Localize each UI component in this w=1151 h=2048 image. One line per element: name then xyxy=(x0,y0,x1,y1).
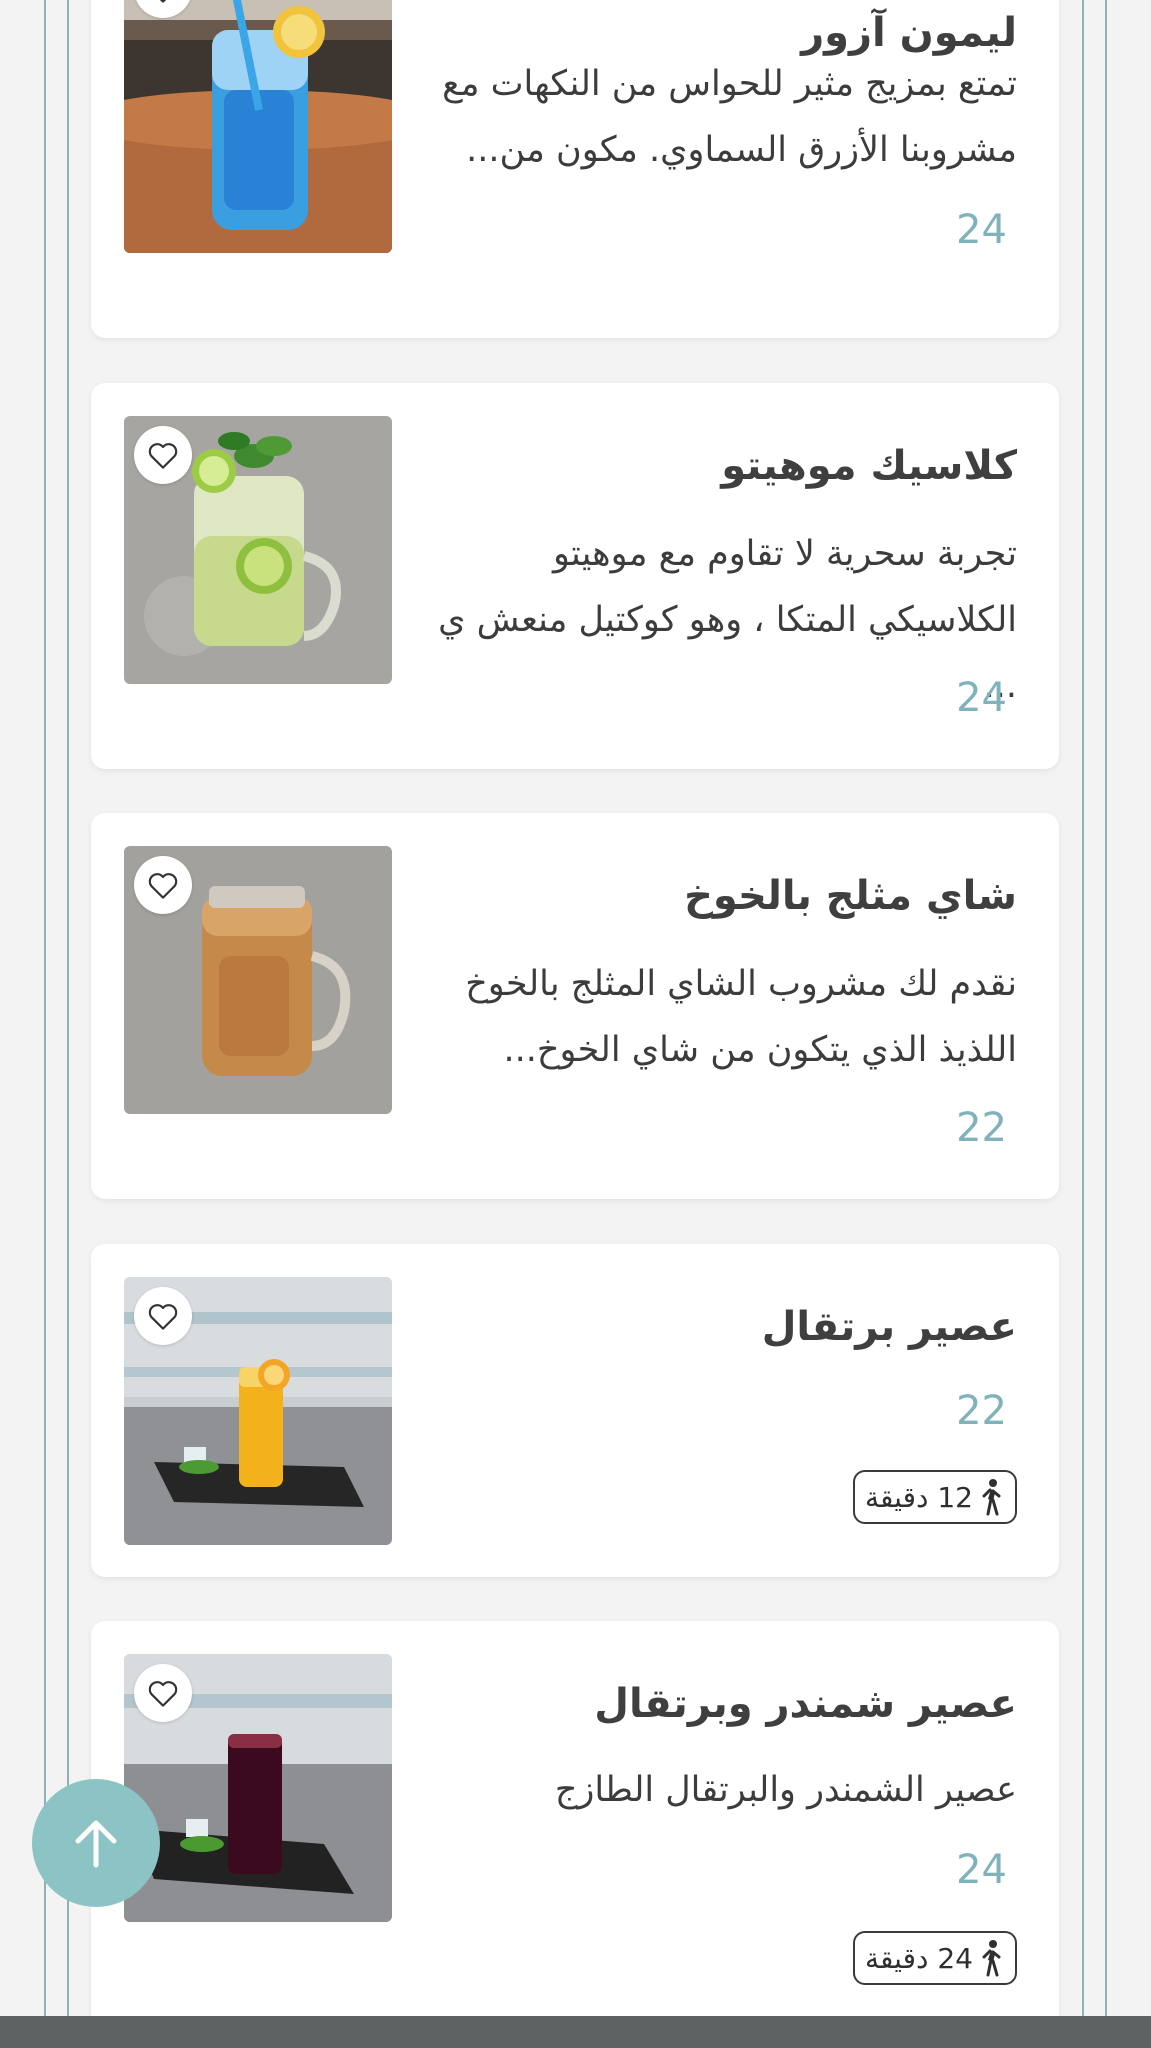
heart-outline-icon xyxy=(148,1681,178,1707)
bottom-bar xyxy=(0,2016,1151,2048)
prep-time-badge: 12 دقيقة xyxy=(852,1470,1017,1524)
frame-line-left-inner xyxy=(67,0,69,2016)
walking-person-icon xyxy=(982,1940,1001,1977)
menu-item-card[interactable]: عصير شمندر وبرتقال عصير الشمندر والبرتقا… xyxy=(91,1621,1059,2041)
menu-item-card[interactable]: شاي مثلج بالخوخ نقدم لك مشروب الشاي المث… xyxy=(91,813,1059,1199)
item-photo xyxy=(124,1654,392,1922)
favorite-button[interactable] xyxy=(134,1287,192,1345)
item-title: كلاسيك موهيتو xyxy=(721,443,1017,489)
item-title: عصير برتقال xyxy=(761,1304,1017,1350)
menu-item-card[interactable]: كلاسيك موهيتو تجربة سحرية لا تقاوم مع مو… xyxy=(91,383,1059,769)
heart-outline-icon xyxy=(159,0,167,3)
item-title: ليمون آزور xyxy=(801,10,1017,56)
item-photo xyxy=(124,0,392,253)
heart-outline-icon xyxy=(148,443,178,469)
item-price: 24 xyxy=(956,675,1007,721)
frame-line-right-outer xyxy=(1105,0,1107,2016)
menu-item-card[interactable]: عصير برتقال 22 12 دقيقة xyxy=(91,1244,1059,1577)
favorite-button[interactable] xyxy=(134,856,192,914)
item-price: 24 xyxy=(956,207,1007,253)
menu-item-card[interactable]: ليمون آزور تمتع بمزيج مثير للحواس من الن… xyxy=(91,0,1059,338)
heart-outline-icon xyxy=(148,1304,178,1330)
item-title: عصير شمندر وبرتقال xyxy=(594,1681,1017,1727)
favorite-button[interactable] xyxy=(134,426,192,484)
item-description: عصير الشمندر والبرتقال الطازج xyxy=(554,1770,1017,1810)
prep-time-text: 12 دقيقة xyxy=(864,1480,973,1514)
favorite-button[interactable] xyxy=(134,1664,192,1722)
prep-time-badge: 24 دقيقة xyxy=(852,1931,1017,1985)
arrow-up-icon xyxy=(75,1820,117,1868)
item-price: 24 xyxy=(956,1847,1007,1893)
item-price: 22 xyxy=(956,1388,1007,1434)
prep-time-text: 24 دقيقة xyxy=(864,1941,973,1975)
heart-outline-icon xyxy=(148,873,178,899)
item-description: نقدم لك مشروب الشاي المثلج بالخوخ اللذيذ… xyxy=(465,964,1017,1070)
scroll-to-top-button[interactable] xyxy=(32,1779,160,1907)
item-photo xyxy=(124,1277,392,1545)
item-description: تمتع بمزيج مثير للحواس من النكهات مع مشر… xyxy=(442,64,1017,170)
item-price: 22 xyxy=(956,1105,1007,1151)
item-photo xyxy=(124,416,392,684)
walking-person-icon xyxy=(982,1479,1001,1516)
frame-line-right-inner xyxy=(1082,0,1084,2016)
item-photo xyxy=(124,846,392,1114)
item-title: شاي مثلج بالخوخ xyxy=(684,873,1017,919)
frame-line-left-outer xyxy=(44,0,46,2016)
item-description: تجربة سحرية لا تقاوم مع موهيتو الكلاسيكي… xyxy=(438,534,1017,706)
